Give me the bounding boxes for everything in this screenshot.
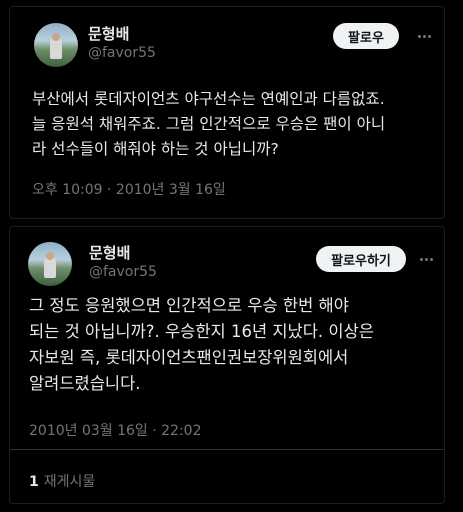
avatar[interactable] [34,23,78,67]
avatar[interactable] [28,242,72,286]
tweet-text: 그 정도 응원했으면 인간적으로 우승 한번 해야 되는 것 아닙니까?. 우승… [29,296,374,393]
avatar-head [46,252,54,260]
retweet-stats[interactable]: 1 재게시물 [29,471,95,491]
tweet-card-1[interactable]: 문형배 @favor55 팔로우 부산에서 롯데자이언츠 야구선수는 연예인과 … [9,6,445,219]
follow-button[interactable]: 팔로우 [333,23,399,49]
divider [10,449,444,450]
display-name[interactable]: 문형배 [89,242,130,263]
user-handle[interactable]: @favor55 [89,264,157,280]
avatar-head [52,33,60,41]
tweet-timestamp[interactable]: 오후 10:09 · 2010년 3월 16일 [32,179,226,199]
retweet-count: 1 [29,474,39,490]
display-name[interactable]: 문형배 [88,23,129,44]
tweet-card-2[interactable]: 문형배 @favor55 팔로우하기 그 정도 응원했으면 인간적으로 우승 한… [9,226,445,504]
follow-button[interactable]: 팔로우하기 [316,246,406,272]
tweet-text: 부산에서 롯데자이언츠 야구선수는 연예인과 다름없죠. 늘 응원석 채워주죠.… [32,90,386,158]
more-options-icon[interactable] [415,27,433,45]
tweet-timestamp[interactable]: 2010년 03월 16일 · 22:02 [29,420,202,440]
retweet-label: 재게시물 [43,474,96,490]
user-handle[interactable]: @favor55 [88,45,156,61]
more-options-icon[interactable] [417,250,435,268]
